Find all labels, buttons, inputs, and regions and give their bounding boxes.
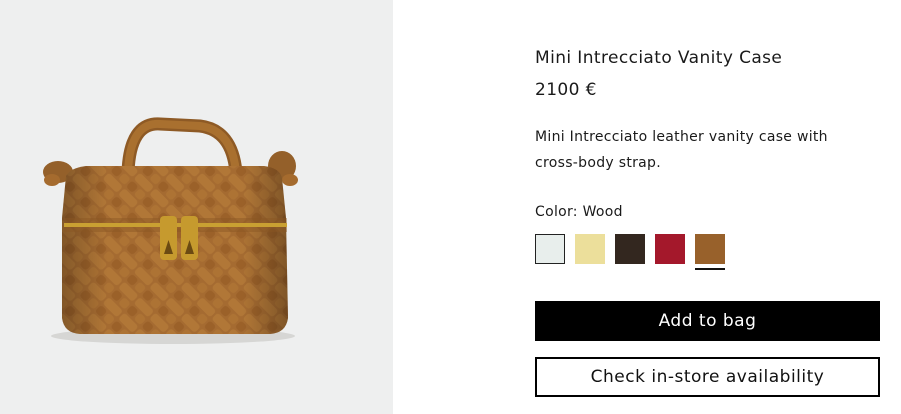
- product-price: 2100 €: [535, 80, 597, 100]
- swatch-wood[interactable]: [695, 234, 725, 270]
- color-swatches: [535, 234, 880, 274]
- color-label: Color:: [535, 204, 578, 220]
- handbag-icon: [43, 117, 298, 344]
- add-to-bag-button[interactable]: Add to bag: [535, 301, 880, 341]
- check-availability-button[interactable]: Check in-store availability: [535, 357, 880, 397]
- swatch-white[interactable]: [535, 234, 565, 264]
- swatch-dark-brown[interactable]: [615, 234, 645, 264]
- color-selection-label: Color: Wood: [535, 204, 623, 220]
- swatch-yellow[interactable]: [575, 234, 605, 264]
- product-description: Mini Intrecciato leather vanity case wit…: [535, 129, 828, 171]
- color-selected-name: Wood: [582, 204, 623, 220]
- swatch-red[interactable]: [655, 234, 685, 264]
- product-image[interactable]: [0, 0, 393, 414]
- product-title: Mini Intrecciato Vanity Case: [535, 48, 783, 68]
